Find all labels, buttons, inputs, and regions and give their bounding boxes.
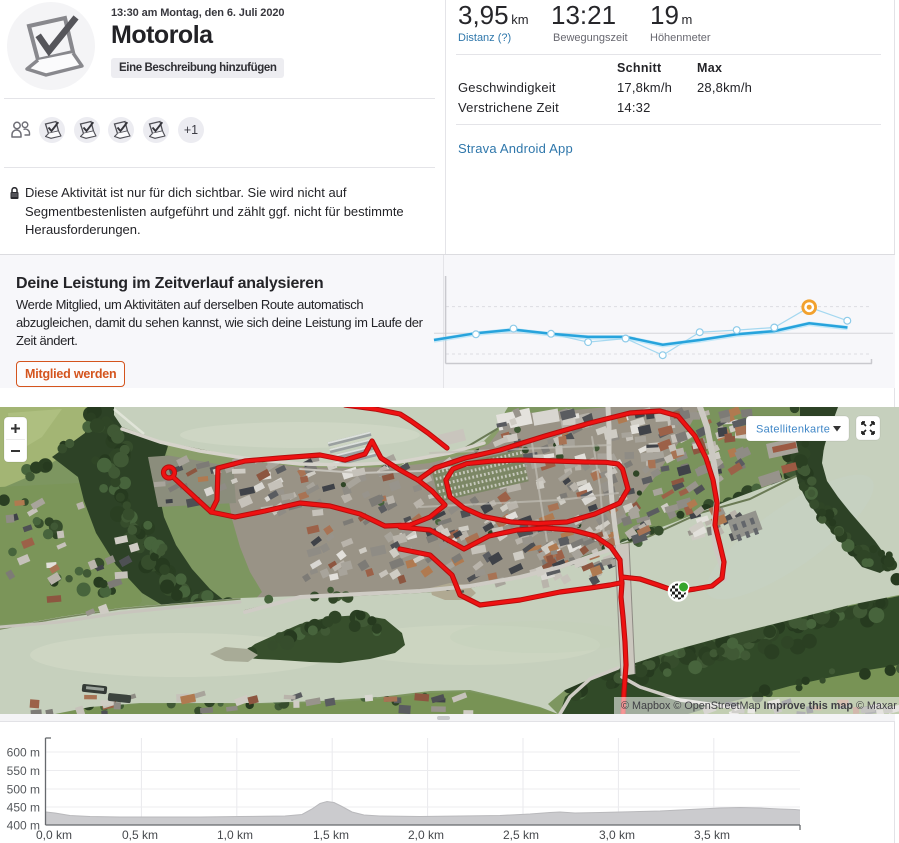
svg-text:400 m: 400 m (7, 819, 40, 833)
svg-text:450 m: 450 m (7, 801, 40, 815)
svg-text:2,0 km: 2,0 km (408, 828, 444, 842)
svg-text:500 m: 500 m (7, 783, 40, 797)
svg-text:600 m: 600 m (7, 746, 40, 760)
svg-text:© Mapbox © OpenStreetMap Impro: © Mapbox © OpenStreetMap Improve this ma… (621, 700, 897, 712)
svg-text:3,0 km: 3,0 km (599, 828, 635, 842)
svg-text:2,5 km: 2,5 km (503, 828, 539, 842)
svg-text:0,5 km: 0,5 km (122, 828, 158, 842)
svg-text:1,0 km: 1,0 km (217, 828, 253, 842)
svg-text:Satellitenkarte: Satellitenkarte (756, 424, 830, 436)
svg-text:1,5 km: 1,5 km (313, 828, 349, 842)
svg-text:3,5 km: 3,5 km (694, 828, 730, 842)
svg-text:550 m: 550 m (7, 764, 40, 778)
svg-text:0,0 km: 0,0 km (36, 828, 72, 842)
